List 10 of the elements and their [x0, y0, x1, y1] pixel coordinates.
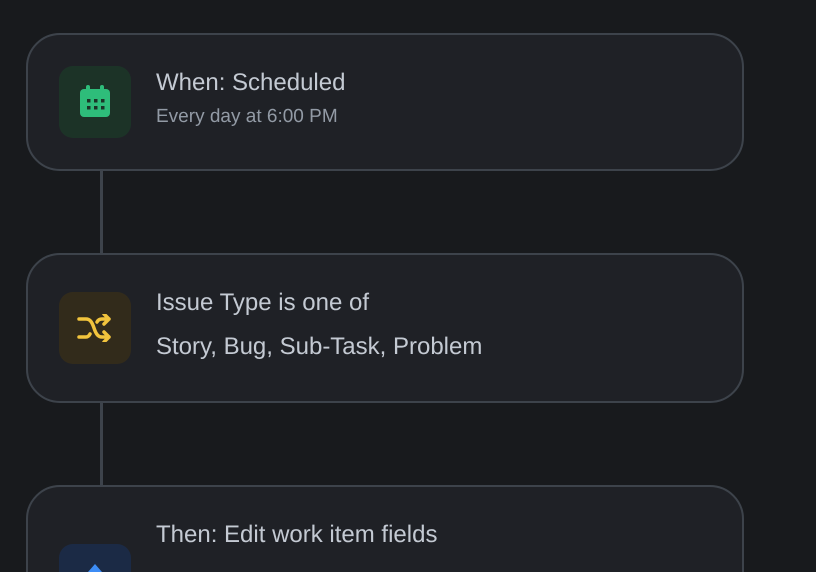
- rule-step-card[interactable]: Issue Type is one of Story, Bug, Sub-Task, Problem: [26, 253, 744, 403]
- step-detail: Story, Bug, Sub-Task, Problem: [156, 332, 482, 362]
- calendar-icon: [77, 84, 113, 120]
- step-title: When: Scheduled: [156, 68, 346, 98]
- step-title: Then: Edit work item fields: [156, 520, 438, 550]
- shuffle-icon: [77, 314, 113, 342]
- step-title: Issue Type is one of: [156, 288, 370, 318]
- rule-step-card[interactable]: When: Scheduled Every day at 6:00 PM: [26, 33, 744, 171]
- rule-step-card[interactable]: Then: Edit work item fields: [26, 485, 744, 572]
- step-detail: Every day at 6:00 PM: [156, 105, 339, 129]
